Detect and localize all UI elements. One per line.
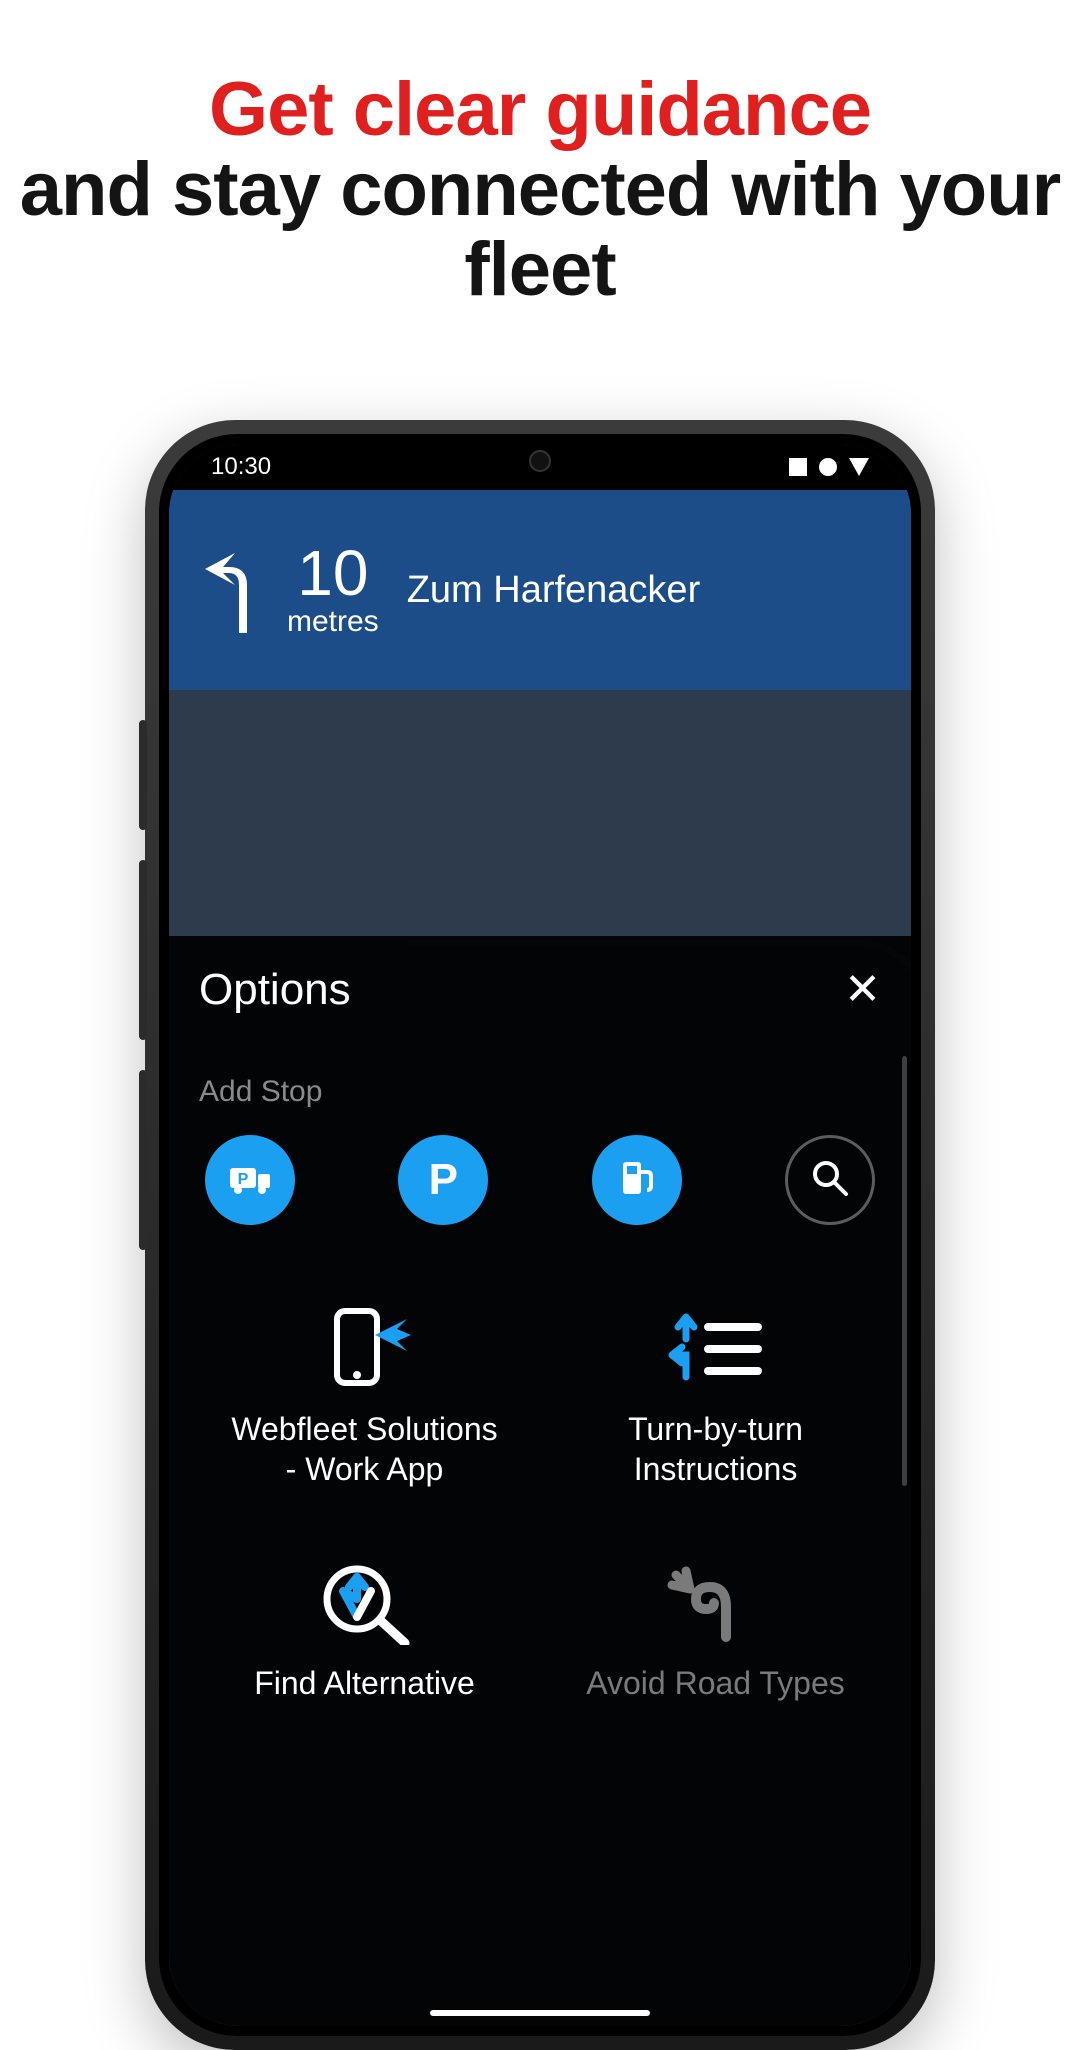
marketing-headline: Get clear guidance and stay connected wi… — [0, 0, 1080, 309]
close-icon[interactable]: ✕ — [844, 964, 881, 1015]
turn-list-icon — [666, 1305, 766, 1391]
options-title: Options — [199, 965, 351, 1015]
add-stop-search[interactable] — [785, 1135, 875, 1225]
options-tiles: Webfleet Solutions - Work App — [199, 1305, 881, 1703]
street-name: Zum Harfenacker — [407, 569, 701, 612]
add-stop-label: Add Stop — [199, 1075, 881, 1109]
add-stop-parking[interactable]: P — [398, 1135, 488, 1225]
find-alternative-icon — [315, 1559, 415, 1645]
status-icons — [789, 458, 869, 476]
options-panel: Options ✕ Add Stop P P — [169, 936, 911, 2026]
phone-screen: 10:30 10 metres Zum Harfenacker — [169, 444, 911, 2026]
truck-parking-icon: P — [228, 1156, 272, 1205]
status-icon-triangle — [849, 458, 869, 476]
status-icon-circle — [819, 458, 837, 476]
add-stop-fuel[interactable] — [592, 1135, 682, 1225]
tile-label: Webfleet Solutions - Work App — [225, 1409, 505, 1489]
navigation-banner: 10 metres Zum Harfenacker — [169, 490, 911, 690]
parking-icon: P — [429, 1155, 458, 1205]
phone-frame: 10:30 10 metres Zum Harfenacker — [145, 420, 935, 2050]
home-indicator[interactable] — [430, 2010, 650, 2016]
scroll-indicator[interactable] — [902, 1056, 907, 1486]
phone-side-button — [139, 720, 147, 830]
add-stop-row: P P — [199, 1135, 881, 1225]
tile-label: Avoid Road Types — [586, 1663, 845, 1703]
tile-avoid-road-types[interactable]: Avoid Road Types — [550, 1559, 881, 1703]
phone-volume-up — [139, 860, 147, 1040]
search-icon — [808, 1156, 852, 1205]
headline-line2: and stay connected with your fleet — [0, 150, 1080, 310]
distance-block: 10 metres — [287, 541, 379, 639]
tile-label: Turn-by-turn Instructions — [576, 1409, 856, 1489]
tile-webfleet[interactable]: Webfleet Solutions - Work App — [199, 1305, 530, 1489]
phone-volume-down — [139, 1070, 147, 1250]
distance-unit: metres — [287, 605, 379, 639]
phone-share-icon — [315, 1305, 415, 1391]
status-time: 10:30 — [211, 453, 271, 481]
tile-turn-by-turn[interactable]: Turn-by-turn Instructions — [550, 1305, 881, 1489]
turn-left-icon — [199, 545, 269, 635]
tile-label: Find Alternative — [254, 1663, 475, 1703]
status-icon-square — [789, 458, 807, 476]
avoid-road-icon — [666, 1559, 766, 1645]
headline-line1: Get clear guidance — [0, 70, 1080, 150]
phone-notch — [455, 444, 625, 478]
tile-find-alternative[interactable]: Find Alternative — [199, 1559, 530, 1703]
distance-value: 10 — [287, 541, 379, 605]
fuel-icon — [615, 1156, 659, 1205]
svg-text:P: P — [238, 1171, 249, 1188]
add-stop-truck-parking[interactable]: P — [205, 1135, 295, 1225]
